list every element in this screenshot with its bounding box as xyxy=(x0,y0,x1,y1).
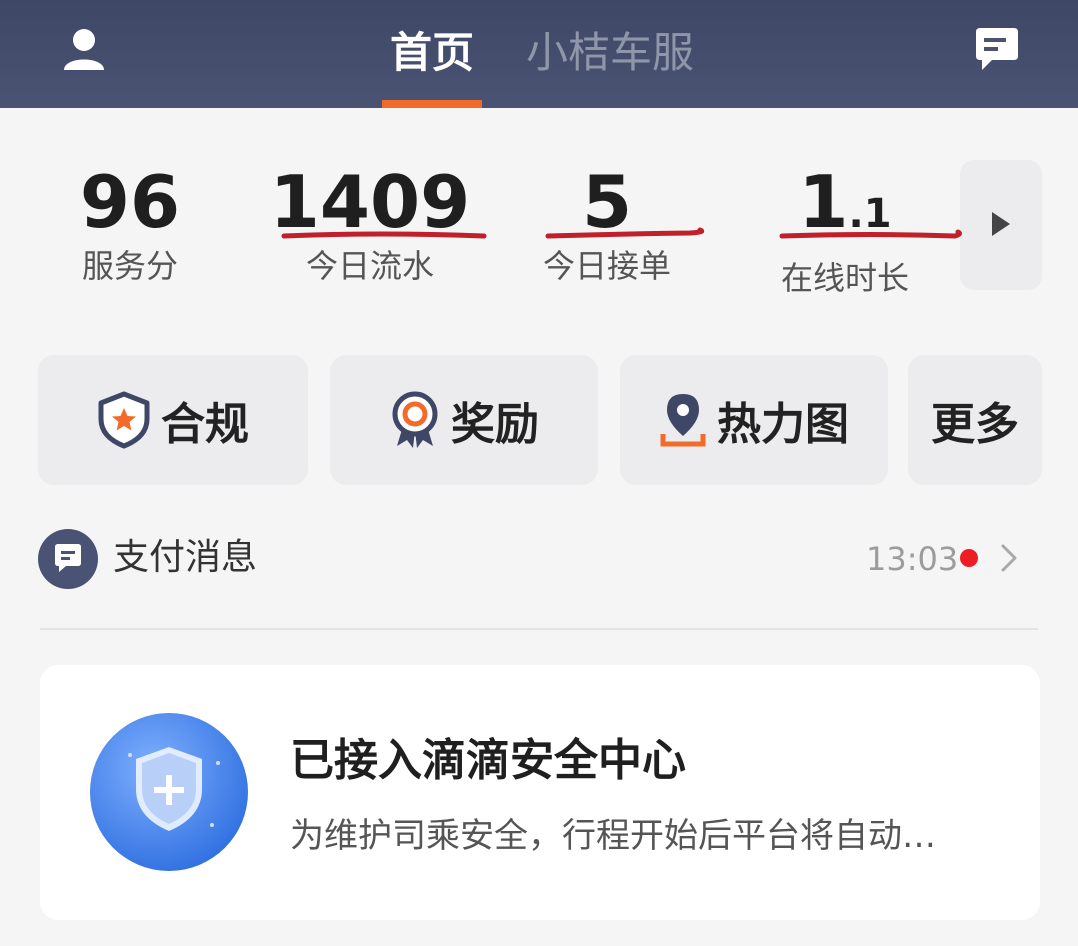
payment-message-row[interactable]: 支付消息 13:03 xyxy=(38,527,1040,591)
safety-center-title: 已接入滴滴安全中心 xyxy=(290,735,686,786)
compliance-label: 合规 xyxy=(161,399,249,450)
more-actions-button[interactable]: 更多 xyxy=(908,355,1042,485)
safety-center-description: 为维护司乘安全，行程开始后平台将自动… xyxy=(290,816,936,856)
unread-dot xyxy=(960,549,978,567)
heatmap-button[interactable]: 热力图 xyxy=(620,355,888,485)
location-pin-icon xyxy=(660,394,706,447)
reward-button[interactable]: 奖励 xyxy=(330,355,598,485)
payment-message-time: 13:03 xyxy=(866,540,959,578)
medal-icon xyxy=(392,391,438,448)
heatmap-label: 热力图 xyxy=(717,399,849,450)
safety-shield-icon xyxy=(90,713,248,871)
shield-star-icon xyxy=(98,391,150,449)
reward-label: 奖励 xyxy=(451,399,539,450)
section-divider xyxy=(40,628,1038,630)
chevron-right-icon xyxy=(1001,544,1017,572)
payment-message-title: 支付消息 xyxy=(113,537,258,578)
more-actions-label: 更多 xyxy=(931,399,1019,450)
payment-message-icon xyxy=(38,529,98,589)
safety-center-card[interactable]: 已接入滴滴安全中心 为维护司乘安全，行程开始后平台将自动… xyxy=(40,665,1040,920)
compliance-button[interactable]: 合规 xyxy=(38,355,308,485)
